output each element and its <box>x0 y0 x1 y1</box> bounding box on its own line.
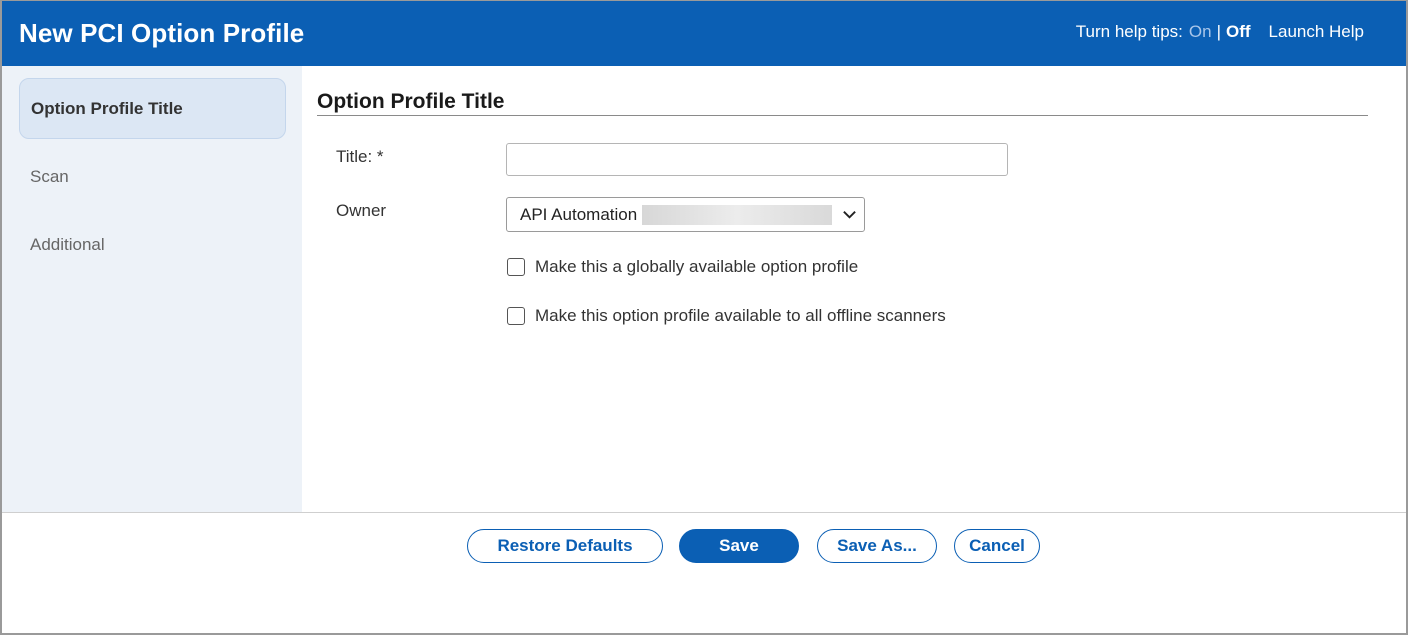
sidebar-item-scan[interactable]: Scan <box>19 146 286 207</box>
offline-scanners-checkbox[interactable] <box>507 307 525 325</box>
title-label: Title: * <box>336 147 384 166</box>
section-title: Option Profile Title <box>317 90 505 113</box>
sidebar: Option Profile Title Scan Additional <box>2 66 302 512</box>
owner-label: Owner <box>336 201 387 220</box>
footer-divider <box>2 512 1406 513</box>
restore-defaults-button[interactable]: Restore Defaults <box>467 529 663 563</box>
help-tips-on-link[interactable]: On <box>1189 22 1212 42</box>
global-availability-checkbox[interactable] <box>507 258 525 276</box>
section-divider <box>317 115 1368 116</box>
help-tips-label: Turn help tips: <box>1075 22 1183 41</box>
main-panel: Option Profile Title Title: * Owner API … <box>302 66 1406 512</box>
offline-scanners-checkbox-row[interactable]: Make this option profile available to al… <box>507 306 946 326</box>
global-availability-label: Make this a globally available option pr… <box>535 257 859 276</box>
save-button[interactable]: Save <box>679 529 799 563</box>
cancel-button[interactable]: Cancel <box>954 529 1040 563</box>
sidebar-item-label: Additional <box>30 234 105 254</box>
offline-scanners-label: Make this option profile available to al… <box>535 306 946 325</box>
global-availability-checkbox-row[interactable]: Make this a globally available option pr… <box>507 257 858 277</box>
redacted-owner-name <box>642 204 833 225</box>
owner-select[interactable]: API Automation <box>506 197 865 232</box>
sidebar-item-option-profile-title[interactable]: Option Profile Title <box>19 78 286 139</box>
launch-help-link[interactable]: Launch Help <box>1269 22 1364 42</box>
owner-selected-value: API Automation <box>520 204 638 224</box>
chevron-down-icon <box>843 211 856 219</box>
help-tips-off-link[interactable]: Off <box>1226 22 1251 42</box>
option-profile-dialog: New PCI Option Profile Turn help tips: O… <box>0 0 1408 635</box>
sidebar-item-label: Option Profile Title <box>31 98 183 118</box>
help-tips-separator: | <box>1216 22 1221 41</box>
sidebar-item-label: Scan <box>30 166 69 186</box>
title-input[interactable] <box>506 143 1008 176</box>
sidebar-item-additional[interactable]: Additional <box>19 214 286 275</box>
help-controls: Turn help tips: On | Off Launch Help <box>1076 22 1364 42</box>
dialog-header: New PCI Option Profile Turn help tips: O… <box>2 1 1406 66</box>
save-as-button[interactable]: Save As... <box>817 529 937 563</box>
dialog-title: New PCI Option Profile <box>19 18 305 48</box>
